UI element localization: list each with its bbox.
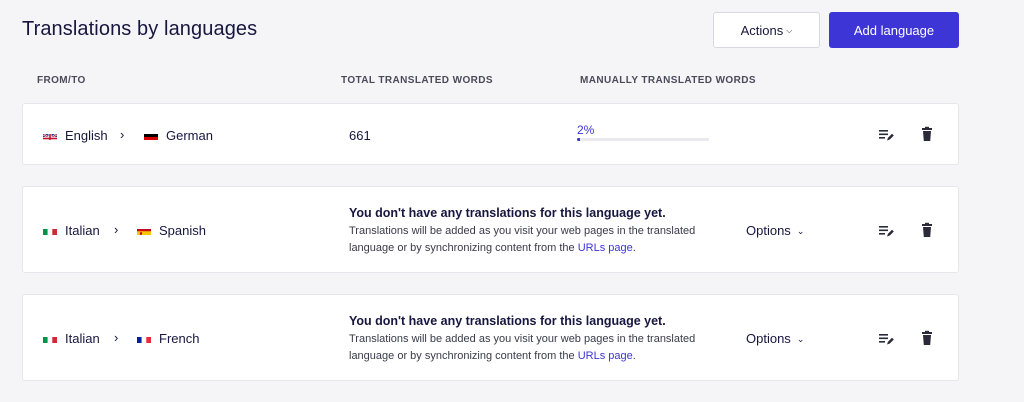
urls-page-link[interactable]: URLs page [578, 242, 633, 254]
add-language-button[interactable]: Add language [829, 12, 959, 48]
source-language-label: Italian [65, 223, 100, 238]
manual-progress-fill [577, 138, 580, 141]
options-dropdown[interactable]: Options ⌄ [746, 331, 804, 346]
language-pair-row-italian-french: Italian › French You don't have any tran… [22, 294, 959, 381]
spain-flag-icon [137, 226, 151, 235]
actions-dropdown-button[interactable]: Actions ⌵ [713, 12, 820, 48]
language-pair-row-english-german: English › German 661 2% [22, 103, 959, 165]
source-language: Italian [43, 331, 100, 346]
delete-icon[interactable] [919, 330, 935, 346]
uk-flag-icon [43, 131, 57, 140]
chevron-right-icon: › [114, 222, 119, 237]
empty-state-description: Translations will be added as you visit … [349, 225, 696, 254]
total-translated-words: 661 [349, 128, 371, 143]
source-language-label: Italian [65, 331, 100, 346]
empty-state-description: Translations will be added as you visit … [349, 333, 696, 362]
options-label: Options [746, 331, 791, 346]
italy-flag-icon [43, 226, 57, 235]
chevron-down-icon: ⌄ [796, 225, 805, 236]
source-language: English [43, 128, 108, 143]
target-language-label: Spanish [159, 223, 206, 238]
options-label: Options [746, 223, 791, 238]
empty-state-title: You don't have any translations for this… [349, 206, 666, 220]
language-pair-row-italian-spanish: Italian › Spanish You don't have any tra… [22, 186, 959, 273]
target-language-label: French [159, 331, 200, 346]
chevron-right-icon: › [114, 330, 119, 345]
chevron-down-icon: ⌵ [786, 25, 793, 35]
edit-translations-icon[interactable] [878, 223, 894, 239]
delete-icon[interactable] [919, 126, 935, 142]
empty-state-title: You don't have any translations for this… [349, 314, 666, 328]
delete-icon[interactable] [919, 222, 935, 238]
column-header-total-words: TOTAL TRANSLATED WORDS [341, 75, 493, 86]
edit-translations-icon[interactable] [878, 331, 894, 347]
column-header-from-to: FROM/TO [37, 75, 86, 86]
target-language: German [144, 128, 213, 143]
france-flag-icon [137, 334, 151, 343]
italy-flag-icon [43, 334, 57, 343]
source-language-label: English [65, 128, 108, 143]
source-language: Italian [43, 223, 100, 238]
germany-flag-icon [144, 131, 158, 140]
chevron-right-icon: › [120, 127, 125, 142]
manual-percent-label: 2% [577, 123, 595, 137]
target-language: Spanish [137, 223, 206, 238]
target-language-label: German [166, 128, 213, 143]
options-dropdown[interactable]: Options ⌄ [746, 223, 804, 238]
urls-page-link[interactable]: URLs page [578, 350, 633, 362]
column-header-manual-words: MANUALLY TRANSLATED WORDS [580, 75, 756, 86]
manual-progress-bar [577, 138, 709, 141]
chevron-down-icon: ⌄ [796, 333, 805, 344]
edit-translations-icon[interactable] [878, 127, 894, 143]
actions-button-label: Actions [740, 22, 784, 38]
target-language: French [137, 331, 199, 346]
page-title: Translations by languages [22, 18, 258, 40]
